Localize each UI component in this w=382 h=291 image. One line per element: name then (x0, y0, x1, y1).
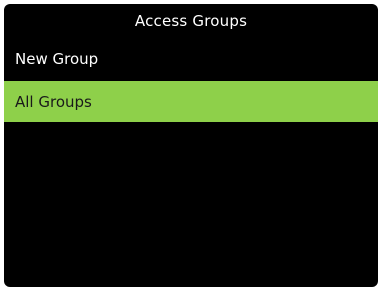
menu-item-all-groups[interactable]: All Groups (4, 81, 378, 122)
menu-item-label: New Group (15, 49, 99, 68)
page-title-label: Access Groups (134, 12, 248, 30)
page-title: Access Groups (4, 4, 378, 38)
menu-item-label: All Groups (15, 92, 92, 111)
menu-list: New Group All Groups (4, 36, 378, 122)
menu-item-new-group[interactable]: New Group (4, 36, 378, 81)
device-screen: Access Groups New Group All Groups (4, 4, 378, 287)
